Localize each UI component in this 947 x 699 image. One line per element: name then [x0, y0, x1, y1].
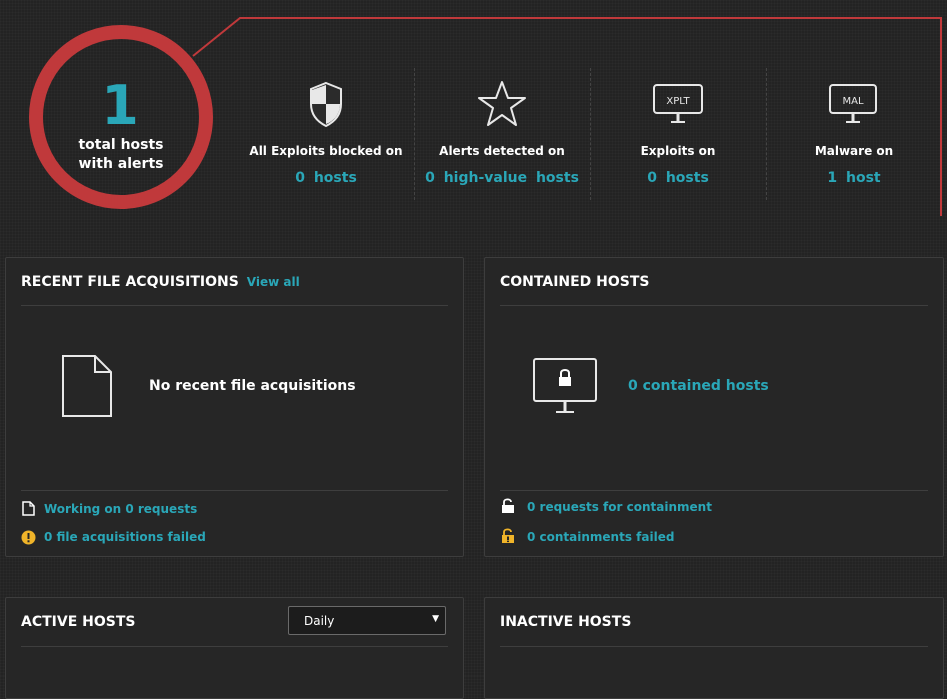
svg-text:XPLT: XPLT	[666, 96, 690, 107]
containment-requests-link[interactable]: 0 requests for containment	[527, 500, 712, 514]
shield-icon	[238, 80, 414, 130]
unlock-icon	[501, 498, 515, 518]
caret-down-icon: ▼	[432, 614, 439, 624]
panel-title-text: RECENT FILE ACQUISITIONS	[21, 274, 239, 290]
warning-icon	[21, 530, 36, 549]
containments-failed-link[interactable]: 0 containments failed	[527, 530, 674, 544]
stat-label: All Exploits blocked on	[249, 144, 403, 158]
xplt-monitor-icon: XPLT	[590, 80, 766, 130]
star-icon	[414, 80, 590, 130]
stat-exploits[interactable]: XPLT Exploits on 0 hosts	[590, 70, 766, 200]
locked-monitor-icon	[532, 357, 598, 419]
active-hosts-panel: ACTIVE HOSTS Daily ▼	[5, 597, 464, 699]
panel-divider	[21, 305, 448, 306]
stat-alerts-detected[interactable]: Alerts detected on 0 high-value hosts	[414, 70, 590, 200]
panel-title: RECENT FILE ACQUISITIONS View all	[21, 274, 300, 290]
mal-monitor-icon: MAL	[766, 80, 942, 130]
stat-value-link[interactable]: 1 host	[766, 170, 942, 186]
panel-divider	[500, 490, 928, 491]
panel-divider	[21, 490, 448, 491]
stat-label: Malware on	[814, 144, 894, 158]
working-requests-link[interactable]: Working on 0 requests	[44, 502, 197, 516]
unlock-warning-icon	[501, 528, 515, 548]
file-icon	[61, 354, 113, 422]
recent-file-acquisitions-panel: RECENT FILE ACQUISITIONS View all No rece…	[5, 257, 464, 557]
total-hosts-count: 1	[101, 74, 139, 137]
stat-value-link[interactable]: 0 hosts	[238, 170, 414, 186]
contained-hosts-panel: CONTAINED HOSTS 0 contained hosts 0 requ…	[484, 257, 944, 557]
empty-message: No recent file acquisitions	[149, 378, 356, 394]
inactive-hosts-panel: INACTIVE HOSTS	[484, 597, 944, 699]
stat-label: Exploits on	[640, 144, 716, 158]
total-hosts-label: total hosts with alerts	[78, 137, 164, 172]
panel-title: CONTAINED HOSTS	[500, 274, 650, 290]
panel-divider	[500, 646, 928, 647]
failed-acquisitions-link[interactable]: 0 file acquisitions failed	[44, 530, 206, 544]
panel-divider	[500, 305, 928, 306]
panel-title: ACTIVE HOSTS	[21, 614, 136, 630]
period-select[interactable]: Daily ▼	[288, 606, 446, 635]
stat-label: Alerts detected on	[439, 144, 565, 158]
contained-hosts-link[interactable]: 0 contained hosts	[628, 378, 769, 394]
stat-malware[interactable]: MAL Malware on 1 host	[766, 70, 942, 200]
period-select-value: Daily	[304, 614, 335, 628]
document-icon	[22, 501, 35, 520]
panel-divider	[21, 646, 448, 647]
stat-exploits-blocked[interactable]: All Exploits blocked on 0 hosts	[238, 70, 414, 200]
stat-value-link[interactable]: 0 high-value hosts	[414, 170, 590, 186]
svg-text:MAL: MAL	[842, 96, 863, 107]
panel-title: INACTIVE HOSTS	[500, 614, 632, 630]
view-all-link[interactable]: View all	[247, 275, 300, 289]
stat-value-link[interactable]: 0 hosts	[590, 170, 766, 186]
